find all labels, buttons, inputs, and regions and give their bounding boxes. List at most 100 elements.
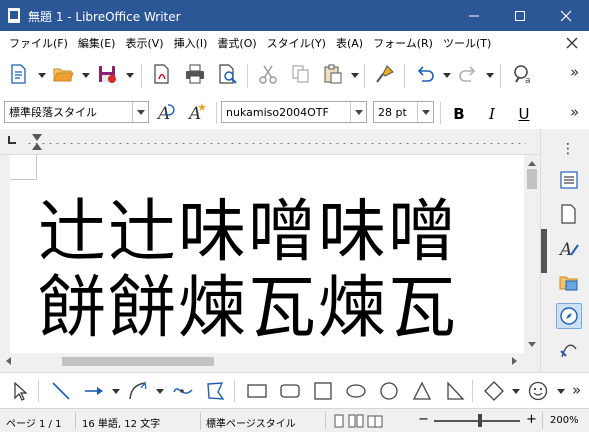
print-button[interactable] bbox=[182, 61, 208, 87]
formatting-overflow-button[interactable]: » bbox=[570, 103, 579, 121]
sidebar-resize-grip[interactable] bbox=[541, 229, 547, 273]
tab-type-icon[interactable] bbox=[8, 136, 16, 144]
zoom-out-button[interactable]: − bbox=[418, 412, 429, 427]
page-count[interactable]: ページ 1 / 1 bbox=[6, 415, 61, 430]
redo-button[interactable] bbox=[455, 61, 481, 87]
chevron-down-icon[interactable] bbox=[417, 102, 433, 122]
italic-button[interactable]: I bbox=[481, 103, 503, 125]
menu-format[interactable]: 書式(O) bbox=[212, 35, 261, 51]
horizontal-scrollbar[interactable] bbox=[0, 353, 540, 370]
symbol-shapes-button[interactable] bbox=[526, 379, 550, 403]
open-button[interactable] bbox=[50, 61, 76, 87]
sidebar-tab-styles[interactable]: A bbox=[556, 235, 582, 261]
new-dropdown-arrow[interactable] bbox=[38, 73, 46, 79]
select-tool-button[interactable] bbox=[8, 379, 32, 403]
curve-dropdown-arrow[interactable] bbox=[156, 389, 164, 395]
cut-button[interactable] bbox=[255, 61, 281, 87]
menu-tools[interactable]: ツール(T) bbox=[438, 35, 496, 51]
document-text-line-2[interactable]: 餅餅煉瓦煉瓦 bbox=[38, 275, 458, 343]
close-document-icon[interactable] bbox=[565, 36, 579, 50]
undo-dropdown-arrow[interactable] bbox=[443, 73, 451, 79]
print-preview-button[interactable] bbox=[215, 61, 241, 87]
menu-form[interactable]: フォーム(R) bbox=[368, 35, 438, 51]
maximize-button[interactable] bbox=[497, 0, 543, 31]
right-triangle-tool-button[interactable] bbox=[443, 379, 467, 403]
zoom-in-button[interactable]: + bbox=[526, 412, 537, 427]
scroll-down-icon[interactable] bbox=[528, 342, 536, 347]
first-line-indent-marker[interactable] bbox=[32, 134, 42, 141]
menu-styles[interactable]: スタイル(Y) bbox=[262, 35, 331, 51]
single-page-view-icon[interactable] bbox=[333, 414, 345, 428]
update-style-button[interactable]: A bbox=[153, 99, 179, 125]
font-name-combo[interactable]: nukamiso2004OTF bbox=[221, 101, 367, 123]
circle-tool-button[interactable] bbox=[377, 379, 401, 403]
vertical-scroll-thumb[interactable] bbox=[527, 169, 537, 189]
curve-tool-button[interactable] bbox=[126, 379, 150, 403]
document-page[interactable]: 辻辻味噌味噌 餅餅煉瓦煉瓦 bbox=[10, 155, 524, 353]
redo-dropdown-arrow[interactable] bbox=[486, 73, 494, 79]
basic-shapes-button[interactable] bbox=[482, 379, 506, 403]
line-arrow-tool-button[interactable] bbox=[82, 379, 106, 403]
save-dropdown-arrow[interactable] bbox=[126, 73, 134, 79]
line-tool-button[interactable] bbox=[49, 379, 73, 403]
polygon-tool-button[interactable] bbox=[203, 379, 227, 403]
undo-button[interactable] bbox=[412, 61, 438, 87]
chevron-down-icon[interactable] bbox=[132, 102, 148, 122]
paste-button[interactable] bbox=[320, 61, 346, 87]
zoom-slider-thumb[interactable] bbox=[478, 414, 482, 427]
close-button[interactable] bbox=[543, 0, 589, 31]
bezier-tool-button[interactable] bbox=[171, 379, 195, 403]
basic-shapes-dropdown-arrow[interactable] bbox=[512, 389, 520, 395]
bold-button[interactable]: B bbox=[448, 103, 470, 125]
line-arrow-dropdown-arrow[interactable] bbox=[112, 389, 120, 395]
sidebar-tab-gallery[interactable] bbox=[556, 269, 582, 295]
sidebar-menu-button[interactable]: ⋮ bbox=[561, 141, 575, 157]
horizontal-scroll-thumb[interactable] bbox=[62, 357, 214, 366]
new-document-button[interactable] bbox=[6, 61, 32, 87]
triangle-tool-button[interactable] bbox=[410, 379, 434, 403]
menu-file[interactable]: ファイル(F) bbox=[4, 35, 73, 51]
sidebar-tab-properties[interactable] bbox=[556, 167, 582, 193]
left-indent-marker[interactable] bbox=[32, 143, 42, 150]
ellipse-tool-button[interactable] bbox=[344, 379, 368, 403]
menu-edit[interactable]: 編集(E) bbox=[73, 35, 121, 51]
horizontal-ruler[interactable] bbox=[0, 129, 540, 155]
open-dropdown-arrow[interactable] bbox=[82, 73, 90, 79]
clone-formatting-button[interactable] bbox=[372, 61, 398, 87]
export-pdf-button[interactable] bbox=[149, 61, 175, 87]
font-size-combo[interactable]: 28 pt bbox=[373, 101, 434, 123]
menu-table[interactable]: 表(A) bbox=[331, 35, 368, 51]
zoom-slider[interactable] bbox=[434, 420, 520, 422]
find-replace-button[interactable]: a bbox=[510, 61, 536, 87]
sidebar-tab-navigator[interactable] bbox=[556, 303, 582, 329]
chevron-down-icon[interactable] bbox=[350, 102, 366, 122]
word-count[interactable]: 16 単語, 12 文字 bbox=[82, 415, 160, 430]
save-button[interactable] bbox=[94, 61, 120, 87]
page-style-status[interactable]: 標準ページスタイル bbox=[206, 415, 296, 430]
zoom-level[interactable]: 200% bbox=[550, 415, 579, 426]
sidebar-tab-manage-changes[interactable] bbox=[556, 337, 582, 363]
new-style-button[interactable]: A bbox=[184, 99, 210, 125]
minimize-button[interactable] bbox=[451, 0, 497, 31]
scroll-right-icon[interactable] bbox=[512, 357, 517, 365]
menu-view[interactable]: 表示(V) bbox=[120, 35, 168, 51]
paragraph-style-combo[interactable]: 標準段落スタイル bbox=[4, 101, 149, 123]
scroll-up-icon[interactable] bbox=[528, 161, 536, 166]
toolbar-overflow-button[interactable]: » bbox=[570, 63, 579, 81]
book-view-icon[interactable] bbox=[367, 414, 383, 428]
symbol-shapes-dropdown-arrow[interactable] bbox=[557, 389, 565, 395]
right-triangle-icon bbox=[447, 381, 465, 400]
copy-button[interactable] bbox=[288, 61, 314, 87]
paste-dropdown-arrow[interactable] bbox=[351, 73, 359, 79]
rounded-rectangle-tool-button[interactable] bbox=[278, 379, 302, 403]
scroll-left-icon[interactable] bbox=[6, 357, 11, 365]
underline-button[interactable]: U bbox=[513, 103, 535, 125]
vertical-scrollbar[interactable] bbox=[524, 155, 540, 353]
multi-page-view-icon[interactable] bbox=[348, 414, 364, 428]
square-tool-button[interactable] bbox=[311, 379, 335, 403]
drawing-overflow-button[interactable]: » bbox=[572, 381, 581, 399]
rectangle-tool-button[interactable] bbox=[245, 379, 269, 403]
document-text-line-1[interactable]: 辻辻味噌味噌 bbox=[38, 199, 458, 267]
menu-insert[interactable]: 挿入(I) bbox=[169, 35, 213, 51]
sidebar-tab-page[interactable] bbox=[556, 201, 582, 227]
